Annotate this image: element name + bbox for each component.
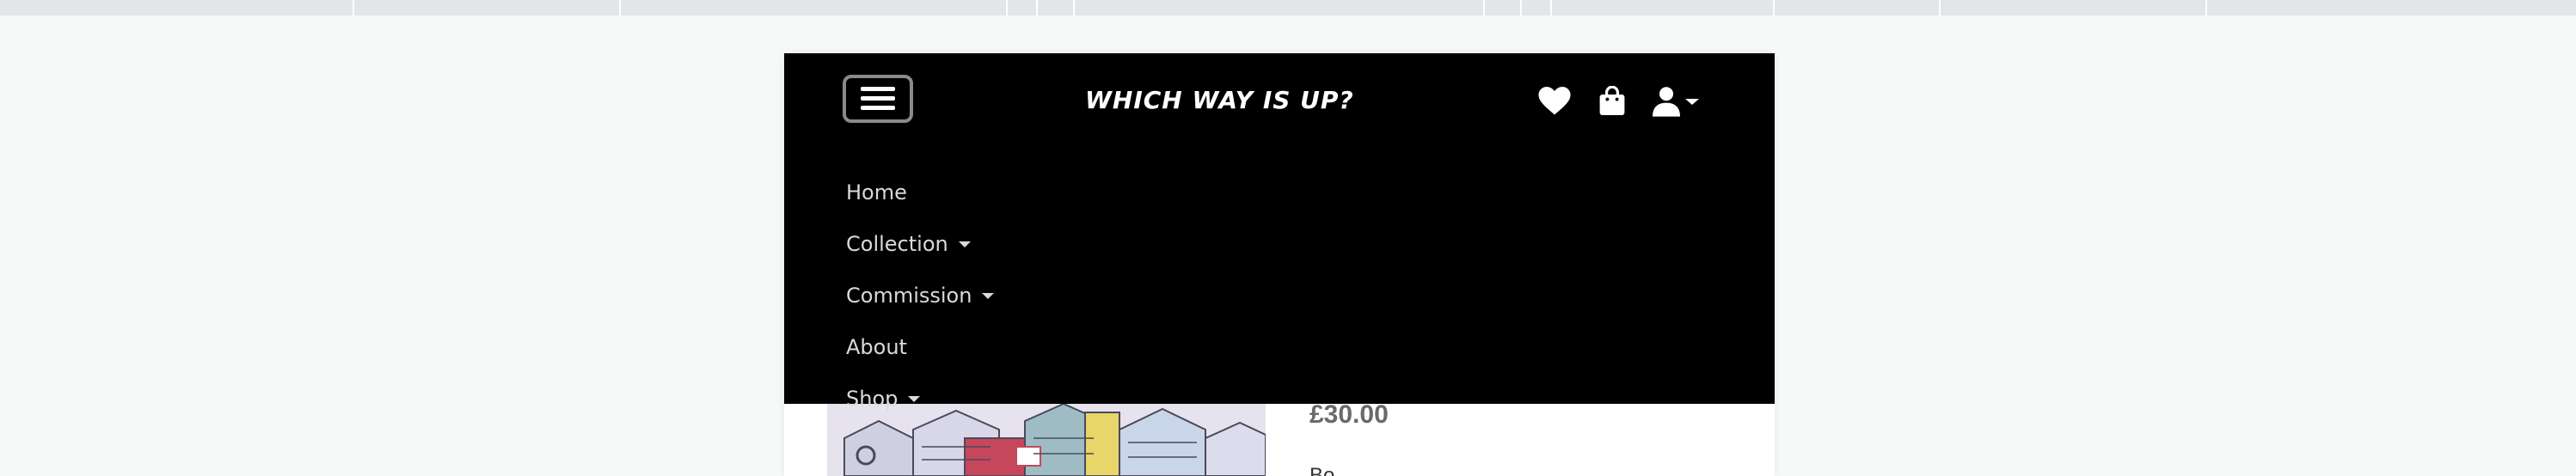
strip-divider [1483, 0, 1485, 15]
nav-item-label: About [846, 335, 907, 359]
nav-item-about[interactable]: About [846, 335, 994, 387]
strip-divider [353, 0, 354, 15]
wishlist-button[interactable] [1537, 84, 1572, 119]
nav-menu: Home Collection Commission About Shop [846, 180, 995, 438]
product-price: £30.00 [1309, 400, 1389, 429]
strip-divider [1006, 0, 1008, 15]
cart-button[interactable] [1595, 84, 1629, 119]
strip-divider [1520, 0, 1522, 15]
chevron-down-icon [1685, 99, 1699, 105]
nav-item-label: Shop [846, 387, 899, 411]
account-dropdown-button[interactable] [1653, 84, 1708, 119]
user-icon [1653, 87, 1680, 117]
heart-icon [1538, 87, 1571, 115]
browser-top-strip [0, 0, 2576, 15]
nav-item-home[interactable]: Home [846, 180, 994, 232]
nav-item-label: Commission [846, 284, 972, 308]
nav-item-label: Home [846, 180, 907, 204]
top-navbar: WHICH WAY IS UP? Home Collection Commiss… [784, 53, 1775, 411]
strip-divider [1773, 0, 1775, 15]
strip-divider [619, 0, 621, 15]
caret-down-icon [982, 293, 995, 299]
strip-divider [1036, 0, 1038, 15]
product-title-partial: Bo [1309, 464, 1335, 476]
nav-item-label: Collection [846, 232, 948, 256]
nav-item-commission[interactable]: Commission [846, 284, 995, 335]
caret-down-icon [908, 396, 921, 402]
strip-divider [1939, 0, 1941, 15]
strip-divider [1550, 0, 1552, 15]
caret-down-icon [958, 241, 971, 247]
page-container: £30.00 Bo WHICH WAY IS UP? Home Collecti… [784, 53, 1775, 476]
nav-item-collection[interactable]: Collection [846, 232, 994, 284]
strip-divider [2205, 0, 2207, 15]
shopping-bag-icon [1599, 86, 1625, 115]
nav-item-shop[interactable]: Shop [846, 387, 994, 438]
navbar-icons [784, 84, 1775, 119]
strip-divider [1073, 0, 1075, 15]
